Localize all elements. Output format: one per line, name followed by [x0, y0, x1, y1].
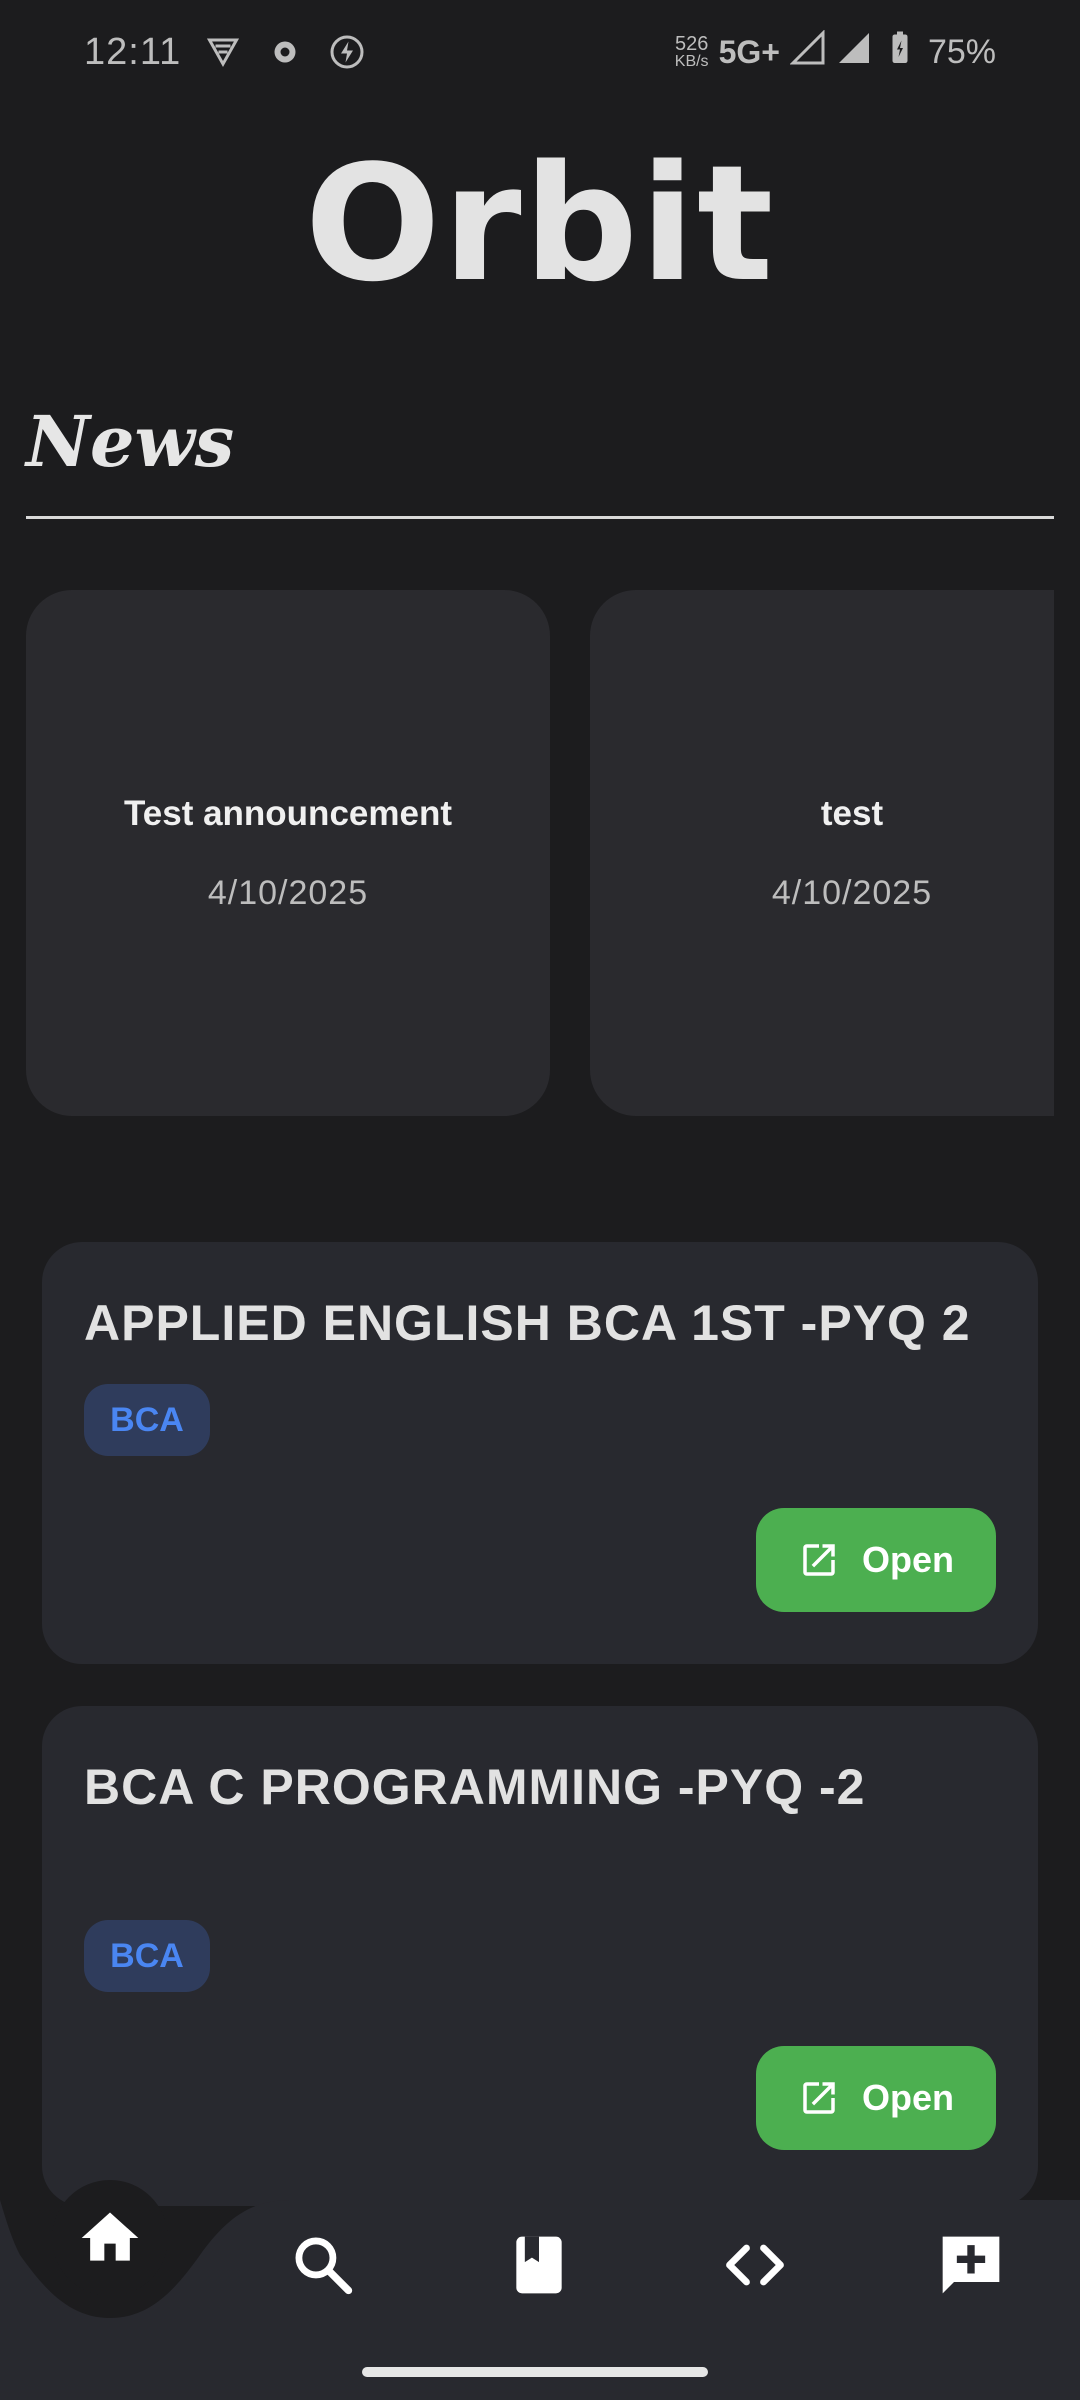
course-tag-badge: BCA — [84, 1384, 210, 1456]
open-button-label: Open — [861, 2077, 954, 2118]
open-external-icon — [803, 1544, 835, 1576]
news-card[interactable]: Test announcement 4/10/2025 — [26, 590, 550, 1116]
news-card[interactable]: test 4/10/2025 — [590, 590, 1054, 1116]
news-divider — [26, 516, 1054, 519]
resource-card[interactable]: BCA C PROGRAMMING -PYQ -2 BCA Open — [42, 1706, 1038, 2206]
network-speed-value: 526 — [674, 33, 709, 55]
news-heading: News — [26, 400, 235, 483]
battery-percentage: 75% — [927, 32, 996, 71]
nav-add-post-button[interactable] — [916, 2210, 1026, 2320]
open-external-icon — [803, 2082, 835, 2114]
home-icon — [81, 2212, 139, 2261]
course-tag-badge: BCA — [84, 1920, 210, 1992]
news-card-title: Test announcement — [123, 793, 452, 833]
open-button-label: Open — [861, 1539, 954, 1580]
signal-icon — [789, 28, 826, 75]
status-time: 12:11 — [84, 30, 182, 73]
nav-home-button[interactable] — [52, 2180, 168, 2296]
status-left: 12:11 — [84, 31, 367, 74]
open-button[interactable]: Open — [756, 1508, 996, 1612]
battery-icon — [882, 30, 918, 75]
open-button[interactable]: Open — [756, 2046, 996, 2150]
news-card-title: test — [820, 793, 884, 833]
add-comment-icon — [942, 2236, 1000, 2294]
status-bar: 12:11 526 KB/s 5G+ 75% — [0, 0, 1080, 104]
status-right: 526 KB/s 5G+ 75% — [675, 28, 996, 75]
app-title: Orbit — [304, 130, 776, 317]
network-speed: 526 KB/s — [675, 34, 709, 70]
network-type: 5G+ — [718, 33, 780, 70]
network-speed-unit: KB/s — [674, 53, 709, 70]
settings-gear-icon — [265, 32, 305, 72]
nav-search-button[interactable] — [268, 2210, 378, 2320]
resource-card[interactable]: APPLIED ENGLISH BCA 1ST -PYQ 2 BCA Open — [42, 1242, 1038, 1664]
resource-title: BCA C PROGRAMMING -PYQ -2 — [84, 1759, 866, 1815]
news-card-date: 4/10/2025 — [771, 873, 933, 912]
signal-icon — [836, 30, 872, 75]
news-card-date: 4/10/2025 — [207, 873, 369, 912]
news-carousel[interactable]: Test announcement 4/10/2025 test 4/10/20… — [26, 590, 1054, 1116]
bookmark-icon — [516, 2236, 562, 2294]
vpn-icon — [203, 32, 243, 72]
search-icon — [295, 2237, 353, 2295]
code-icon — [726, 2244, 784, 2286]
charging-bolt-icon — [327, 32, 367, 72]
home-indicator[interactable] — [362, 2367, 708, 2377]
nav-bookmarks-button[interactable] — [484, 2210, 594, 2320]
nav-code-button[interactable] — [700, 2210, 810, 2320]
resource-title: APPLIED ENGLISH BCA 1ST -PYQ 2 — [84, 1295, 971, 1351]
